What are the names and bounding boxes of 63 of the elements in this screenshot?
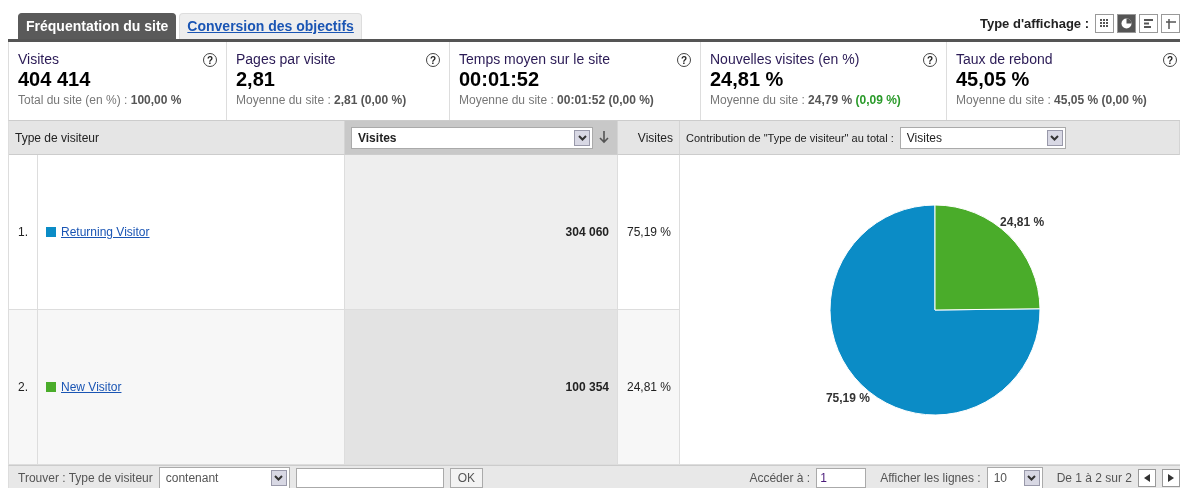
metric-value: 2,81 — [236, 68, 276, 90]
row-number: 1. — [9, 155, 38, 310]
metric-comparison: Moyenne du site : 24,79 % — [710, 93, 853, 107]
ok-button[interactable]: OK — [449, 467, 484, 488]
previous-page-button[interactable] — [1138, 468, 1156, 487]
percent-change: (0,00 %) — [608, 93, 654, 107]
dropdown-caret-icon — [574, 129, 590, 146]
view-type-button[interactable] — [1161, 14, 1180, 33]
rows-label: Afficher les lignes : — [880, 470, 981, 485]
metric-comparison: Total du site (en %) : 100,00 % — [18, 93, 182, 107]
rows-select[interactable]: 10 — [986, 466, 1043, 488]
metric-title: Pages par visite — [236, 51, 336, 67]
contribution-label: Contribution de "Type de visiteur" au total : — [686, 131, 894, 144]
row-number: 2. — [9, 310, 38, 465]
table-cell: 304 060 — [345, 155, 618, 310]
dropdown-caret-icon — [1023, 469, 1040, 486]
next-page-button[interactable] — [1162, 468, 1180, 487]
column-header: Type de visiteur — [9, 121, 345, 155]
contribution-select[interactable]: Visites — [899, 126, 1066, 149]
metric-comparison: Moyenne du site : 45,05 % — [956, 93, 1099, 107]
search-field[interactable] — [295, 467, 444, 488]
tab[interactable]: Fréquentation du site — [18, 13, 177, 39]
metric-title: Temps moyen sur le site — [459, 51, 610, 67]
percent-change: (0,00 %) — [1101, 93, 1147, 107]
column-header: Visites — [618, 121, 680, 155]
metric-title: Visites — [18, 51, 59, 67]
bar-chart-icon — [1143, 19, 1154, 28]
goto-label: Accéder à : — [749, 470, 811, 485]
goto-field[interactable]: 1 — [816, 467, 867, 488]
dropdown-caret-icon — [1046, 129, 1063, 146]
metric-select[interactable]: Visites — [351, 126, 593, 149]
table-cell: 75,19 % — [618, 155, 680, 310]
metric-value: 404 414 — [18, 68, 92, 90]
pie-chart-icon — [1121, 18, 1132, 29]
view-type-button[interactable] — [1139, 14, 1158, 33]
slice-label: 75,19 % — [825, 391, 870, 406]
grid-icon — [1100, 19, 1109, 28]
table-cell: 100 354 — [345, 310, 618, 465]
match-select[interactable]: contenant — [158, 466, 290, 488]
metric-title: Taux de rebond — [956, 51, 1053, 67]
metric-comparison: Moyenne du site : 2,81 — [236, 93, 358, 107]
table-cell: 24,81 % — [618, 310, 680, 465]
metric-title: Nouvelles visites (en %) — [710, 51, 860, 67]
view-type-button[interactable] — [1117, 14, 1136, 33]
page-range: De 1 à 2 sur 2 — [1056, 470, 1132, 485]
view-type-button[interactable] — [1095, 14, 1114, 33]
visitor-type-link[interactable]: Returning Visitor — [61, 225, 150, 239]
pivot-icon — [1165, 18, 1176, 29]
find-label: Trouver : Type de visiteur — [18, 470, 153, 485]
metric-value: 45,05 % — [956, 68, 1031, 90]
view-type-label: Type d'affichage : — [979, 16, 1089, 31]
slice-label: 24,81 % — [1000, 214, 1045, 229]
sort-arrow-icon[interactable] — [599, 131, 609, 144]
tab[interactable]: Conversion des objectifs — [179, 13, 362, 39]
left-triangle-icon — [1144, 473, 1150, 482]
percent-change: (0,09 %) — [855, 93, 901, 107]
metric-comparison: Moyenne du site : 00:01:52 — [459, 93, 606, 107]
metric-value: 24,81 % — [710, 68, 785, 90]
metric-value: 00:01:52 — [459, 68, 541, 90]
visitor-type-link[interactable]: New Visitor — [61, 380, 122, 394]
right-triangle-icon — [1168, 473, 1174, 482]
percent-change: (0,00 %) — [360, 93, 407, 107]
dropdown-caret-icon — [270, 469, 287, 486]
